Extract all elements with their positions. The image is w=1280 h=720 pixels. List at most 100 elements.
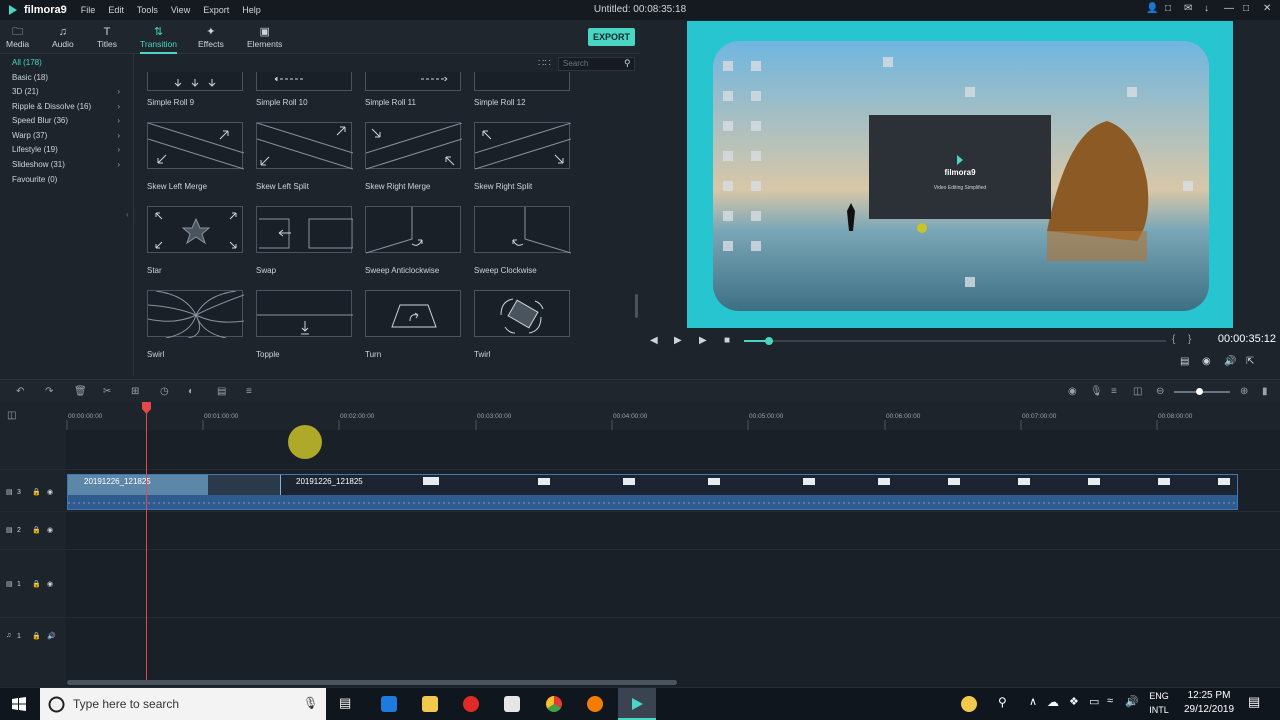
delete-icon[interactable]: 🗑 (74, 386, 87, 397)
previous-frame-icon[interactable]: ◀​ (650, 335, 658, 346)
chevron-up-icon[interactable]: ∧ (1029, 695, 1037, 708)
redo-icon[interactable]: ↷ (45, 386, 53, 397)
mark-out-icon[interactable]: } (1188, 334, 1191, 345)
playhead[interactable] (146, 402, 147, 680)
chrome-icon[interactable] (546, 696, 562, 712)
save-icon[interactable]: □ (1165, 3, 1171, 14)
transition-thumb[interactable] (474, 206, 572, 254)
edge-icon[interactable] (381, 696, 397, 712)
track-audio-1[interactable]: ♫ 1 🔒 🔊 (0, 618, 1280, 688)
mark-in-icon[interactable]: { (1172, 334, 1175, 345)
transition-thumb[interactable] (256, 72, 352, 91)
transition-thumb[interactable] (365, 72, 461, 91)
transition-thumb[interactable] (147, 290, 245, 339)
split-screen-icon[interactable]: ◫ (1133, 386, 1142, 397)
menu-file[interactable]: File (81, 5, 96, 15)
color-icon[interactable]: ◐ (188, 386, 194, 397)
add-track-icon[interactable]: ◫ (7, 410, 16, 421)
preview-video[interactable]: filmora9 Video Editing Simplified (687, 21, 1233, 328)
search-icon[interactable]: ⚲ (624, 58, 631, 69)
collapse-panel-icon[interactable]: ‹ (126, 210, 129, 219)
transition-thumb[interactable] (365, 290, 461, 337)
transition-thumb[interactable] (256, 206, 354, 253)
eye-icon[interactable]: ◉ (47, 526, 53, 534)
file-explorer-icon[interactable] (422, 696, 438, 712)
message-icon[interactable]: ✉ (1184, 3, 1192, 14)
windows-start-icon[interactable] (12, 697, 26, 711)
battery-icon[interactable]: ▭ (1089, 695, 1099, 708)
preview-progress-knob[interactable] (765, 337, 774, 345)
transition-thumb[interactable] (256, 290, 353, 337)
grid-scrollbar[interactable] (635, 294, 638, 318)
category-lifestyle[interactable]: Lifestyle (19) › (12, 145, 122, 154)
video-clip[interactable]: 20191226_121825 20191226_121825 (67, 474, 1238, 510)
menu-view[interactable]: View (171, 5, 190, 15)
crop-icon[interactable]: ⊞ (131, 386, 139, 397)
track-video-1[interactable]: ▤ 1 🔒 ◉ (0, 550, 1280, 618)
adjust-icon[interactable]: ≡ (246, 386, 252, 397)
store-icon[interactable] (504, 696, 520, 712)
speaker-icon[interactable]: 🔊 (47, 632, 56, 640)
transition-thumb[interactable] (474, 290, 570, 337)
onedrive-icon[interactable]: ☁ (1047, 695, 1059, 709)
volume-icon[interactable]: 🔊 (1125, 695, 1139, 708)
category-warp[interactable]: Warp (37) › (12, 131, 122, 140)
step-play-icon[interactable]: ▶​ (674, 335, 682, 346)
close-icon[interactable]: ✕ (1263, 3, 1271, 14)
cut-icon[interactable]: ✂ (103, 386, 111, 397)
taskbar-clock[interactable]: 12:25 PM 29/12/2019 (1175, 689, 1243, 717)
transition-thumb[interactable] (365, 206, 461, 254)
microphone-icon[interactable]: 🎙 (1090, 386, 1103, 397)
stop-icon[interactable]: ■ (724, 335, 730, 346)
dropbox-icon[interactable]: ❖ (1069, 695, 1079, 708)
firefox-icon[interactable] (587, 696, 603, 712)
lock-icon[interactable]: 🔒 (32, 580, 41, 588)
category-favourite[interactable]: Favourite (0) (12, 175, 122, 184)
speed-icon[interactable]: ◷ (160, 386, 169, 397)
menu-edit[interactable]: Edit (108, 5, 124, 15)
playhead-handle-icon[interactable] (141, 402, 152, 414)
panel-toggle-icon[interactable]: ▮ (1262, 386, 1268, 397)
category-ripple-dissolve[interactable]: Ripple & Dissolve (16) › (12, 102, 122, 111)
category-slideshow[interactable]: Slideshow (31) › (12, 160, 122, 169)
menu-help[interactable]: Help (242, 5, 261, 15)
microphone-icon[interactable]: 🎙 (303, 696, 318, 710)
undo-icon[interactable]: ↶ (16, 386, 24, 397)
tab-media[interactable]: 🗀 Media (6, 25, 29, 49)
play-icon[interactable]: ▶ (699, 335, 707, 346)
transition-thumb[interactable] (474, 122, 572, 170)
opera-icon[interactable] (463, 696, 479, 712)
taskbar-search-input[interactable]: Type here to search (40, 688, 326, 720)
cortana-icon[interactable] (48, 696, 65, 713)
maximize-icon[interactable]: □ (1243, 3, 1249, 14)
export-button[interactable]: EXPORT (588, 28, 635, 46)
transition-thumb[interactable] (147, 206, 243, 253)
transition-thumb[interactable] (256, 122, 354, 170)
transition-thumb[interactable] (474, 72, 570, 91)
category-3d[interactable]: 3D (21) › (12, 87, 122, 96)
tab-titles[interactable]: T Titles (97, 25, 117, 49)
zoom-in-icon[interactable]: ⊕ (1240, 386, 1248, 397)
menu-export[interactable]: Export (203, 5, 229, 15)
wifi-icon[interactable]: ≈ (1107, 695, 1113, 707)
tab-elements[interactable]: ▣ Elements (247, 25, 282, 49)
preview-progress-track[interactable] (744, 337, 1166, 345)
marker-icon[interactable]: ◉ (1068, 386, 1077, 397)
help-icon[interactable] (961, 696, 977, 712)
category-speed-blur[interactable]: Speed Blur (36) › (12, 116, 122, 125)
transition-thumb[interactable] (147, 122, 245, 170)
input-language[interactable]: ENG INTL (1144, 689, 1174, 717)
minimize-icon[interactable]: — (1224, 3, 1234, 14)
task-view-icon[interactable]: ▤ (339, 695, 351, 711)
track-video-2[interactable]: ▤ 2 🔒 ◉ (0, 512, 1280, 550)
snapshot-icon[interactable]: ◉ (1202, 356, 1211, 367)
notifications-icon[interactable]: ▤ (1248, 694, 1260, 710)
render-preview-icon[interactable]: ▤ (1180, 356, 1189, 367)
category-all[interactable]: All (178) (12, 58, 122, 67)
timeline-scrollbar[interactable] (67, 680, 677, 685)
account-icon[interactable]: 👤 (1146, 3, 1158, 14)
tab-transition[interactable]: ⇅ Transition (140, 25, 178, 54)
volume-icon[interactable]: 🔊 (1224, 356, 1236, 367)
zoom-slider-knob[interactable] (1196, 388, 1203, 395)
lock-icon[interactable]: 🔒 (32, 488, 41, 496)
